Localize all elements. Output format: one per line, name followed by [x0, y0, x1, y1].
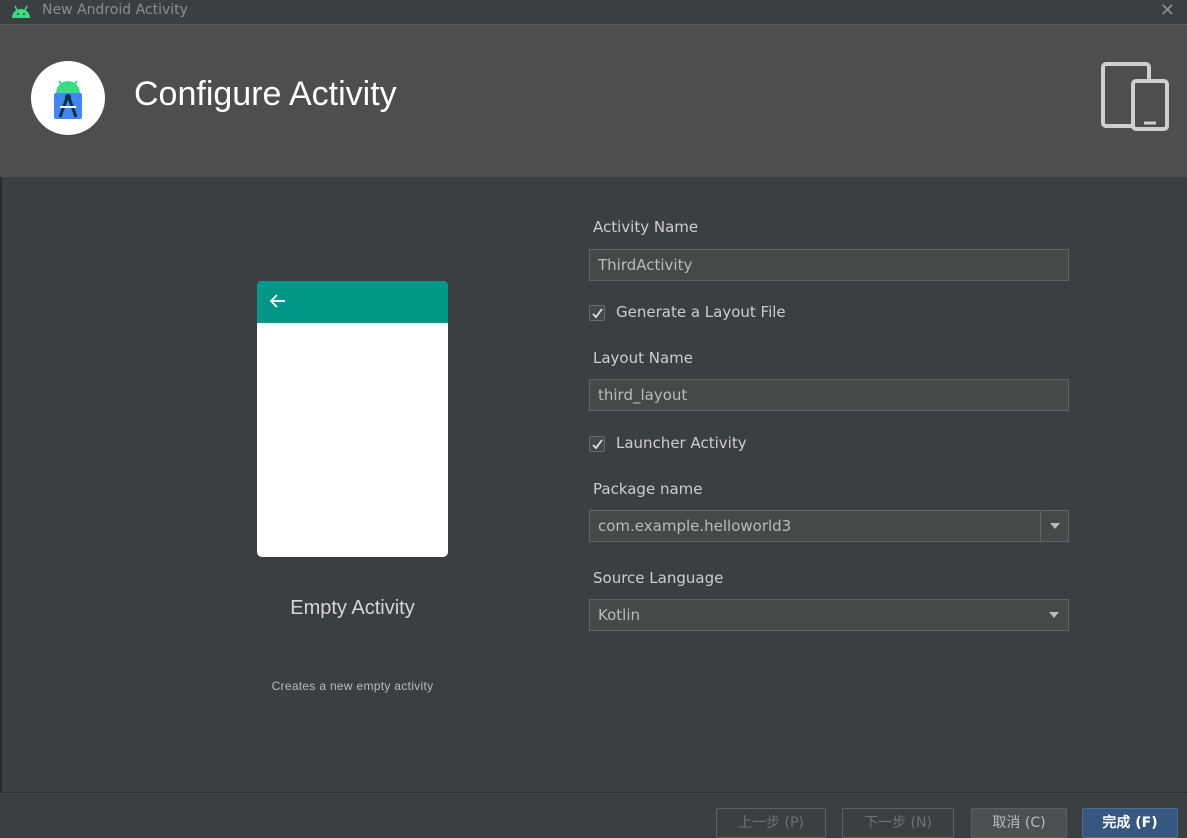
wizard-body: Empty Activity Creates a new empty activ… — [0, 177, 1187, 792]
source-language-value[interactable]: Kotlin — [598, 606, 640, 624]
layout-name-label: Layout Name — [593, 349, 694, 367]
android-icon — [12, 5, 30, 18]
source-language-select[interactable]: Kotlin — [589, 599, 1069, 631]
devices-icon — [1101, 62, 1169, 131]
package-name-combo[interactable]: com.example.helloworld3 — [589, 510, 1069, 542]
page-title: Configure Activity — [134, 75, 397, 113]
window-title: New Android Activity — [42, 2, 188, 18]
chevron-down-icon[interactable] — [1040, 600, 1068, 630]
activity-name-label: Activity Name — [593, 218, 699, 236]
finish-button[interactable]: 完成 (F) — [1082, 808, 1178, 838]
previous-button[interactable]: 上一步 (P) — [716, 808, 826, 838]
wizard-header: Configure Activity — [0, 24, 1187, 177]
generate-layout-label: Generate a Layout File — [616, 303, 786, 321]
wizard-footer: 上一步 (P) 下一步 (N) 取消 (C) 完成 (F) — [0, 792, 1187, 838]
template-description: Creates a new empty activity — [271, 679, 434, 693]
chevron-down-icon[interactable] — [1040, 511, 1068, 541]
package-name-value[interactable]: com.example.helloworld3 — [598, 517, 791, 535]
template-name: Empty Activity — [290, 597, 415, 619]
layout-name-input[interactable]: third_layout — [589, 379, 1069, 411]
checkbox-box[interactable] — [589, 436, 605, 452]
android-studio-logo-icon — [31, 61, 105, 135]
next-button[interactable]: 下一步 (N) — [842, 808, 954, 838]
package-name-label: Package name — [593, 480, 703, 498]
launcher-activity-label: Launcher Activity — [616, 434, 747, 452]
activity-name-input[interactable]: ThirdActivity — [589, 249, 1069, 281]
title-bar: New Android Activity ✕ — [0, 0, 1187, 24]
source-language-label: Source Language — [593, 569, 724, 587]
cancel-button[interactable]: 取消 (C) — [971, 808, 1067, 838]
arrow-back-icon — [269, 294, 285, 308]
preview-app-bar — [257, 281, 448, 323]
template-preview — [257, 281, 448, 557]
checkmark-icon — [592, 439, 603, 450]
close-icon[interactable]: ✕ — [1160, 0, 1175, 21]
checkmark-icon — [592, 308, 603, 319]
checkbox-box[interactable] — [589, 305, 605, 321]
